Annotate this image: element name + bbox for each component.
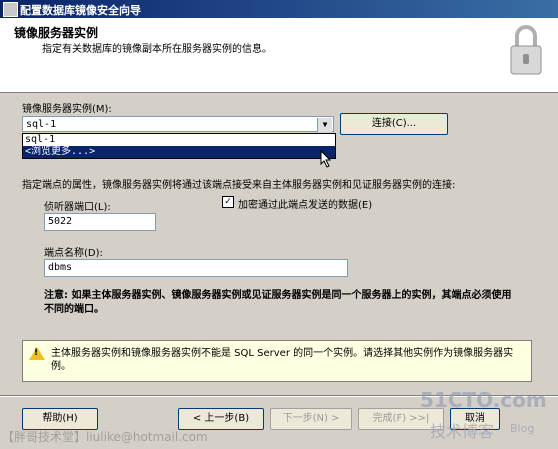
page-subtitle: 指定有关数据库的镜像副本所在服务器实例的信息。 — [42, 44, 272, 55]
site-watermark: 51CTO.com — [420, 388, 547, 412]
app-icon — [3, 2, 18, 17]
mirror-instance-value: sql-1 — [26, 119, 57, 130]
note-text: 注意: 如果主体服务器实例、镜像服务器实例或见证服务器实例是同一个服务器上的实例… — [44, 290, 512, 315]
help-button[interactable]: 帮助(H) — [22, 408, 98, 430]
window-title: 配置数据库镜像安全向导 — [20, 4, 141, 17]
endpoint-description: 指定端点的属性，镜像服务器实例将通过该端点接受来自主体服务器实例和见证服务器实例… — [22, 180, 456, 191]
endpoint-name-input[interactable]: dbms — [44, 259, 348, 277]
warning-icon: ! — [29, 347, 45, 360]
wizard-header: 镜像服务器实例 指定有关数据库的镜像副本所在服务器实例的信息。 — [0, 18, 558, 93]
lock-icon — [510, 25, 542, 75]
port-label: 侦听器端口(L): — [44, 202, 111, 213]
port-input[interactable]: 5022 — [44, 213, 156, 231]
mirror-instance-label: 镜像服务器实例(M): — [22, 104, 112, 115]
mouse-cursor-icon — [320, 150, 332, 168]
connect-button[interactable]: 连接(C)... — [340, 113, 448, 135]
blog-watermark: 技术博客 — [430, 422, 495, 441]
chevron-down-icon[interactable]: ▼ — [317, 118, 332, 132]
page-title: 镜像服务器实例 — [14, 26, 99, 40]
endpoint-name-label: 端点名称(D): — [44, 248, 103, 259]
dropdown-option-browse-more[interactable]: <浏览更多...> — [23, 146, 335, 158]
back-button[interactable]: < 上一步(B) — [178, 408, 264, 430]
dropdown-option-sql-1[interactable]: sql-1 — [23, 134, 335, 146]
warning-text: 主体服务器实例和镜像服务器实例不能是 SQL Server 的同一个实例。请选择… — [51, 348, 514, 372]
title-bar: 配置数据库镜像安全向导 — [0, 0, 558, 18]
next-button[interactable]: 下一步(N) > — [270, 408, 352, 430]
encrypt-label: 加密通过此端点发送的数据(E) — [238, 200, 373, 211]
author-watermark: 【胖哥技术堂】liulike@hotmail.com — [2, 430, 208, 444]
mirror-instance-combobox[interactable]: sql-1 ▼ — [22, 116, 334, 132]
blog-en-watermark: Blog — [510, 422, 535, 435]
warning-box: ! 主体服务器实例和镜像服务器实例不能是 SQL Server 的同一个实例。请… — [22, 340, 532, 382]
encrypt-checkbox[interactable]: ✓ — [222, 196, 234, 208]
mirror-instance-dropdown[interactable]: sql-1 <浏览更多...> — [22, 133, 336, 159]
